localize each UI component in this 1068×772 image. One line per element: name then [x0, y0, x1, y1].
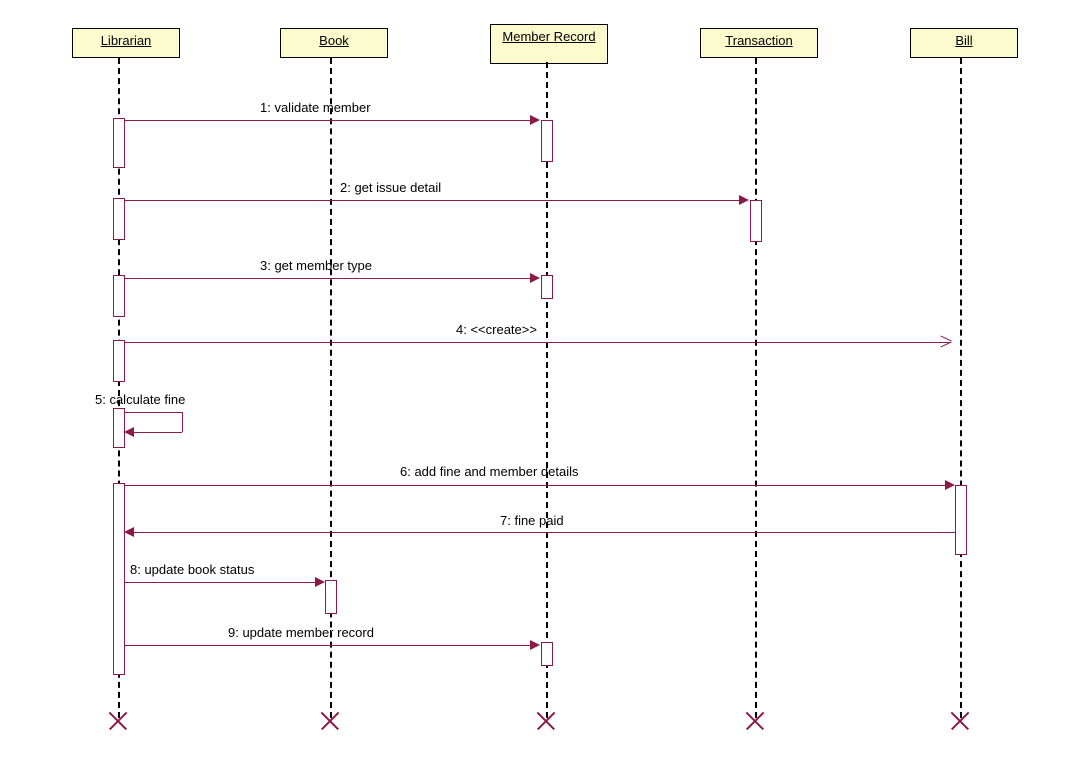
participant-book: Book [280, 28, 388, 58]
activation [541, 275, 553, 299]
arrow-2 [124, 200, 746, 201]
lifeline-transaction [755, 58, 757, 718]
arrow-head [530, 115, 540, 125]
destruction-librarian [108, 710, 128, 730]
activation [113, 483, 125, 675]
arrow-3 [124, 278, 537, 279]
self-arrow-side [182, 412, 183, 432]
activation [113, 118, 125, 168]
arrow-head [124, 527, 134, 537]
participant-label: Bill [955, 33, 972, 48]
lifeline-bill [960, 58, 962, 718]
activation [113, 198, 125, 240]
activation [955, 485, 967, 555]
activation [541, 642, 553, 666]
message-label-9: 9: update member record [228, 625, 374, 640]
participant-bill: Bill [910, 28, 1018, 58]
participant-label: Librarian [101, 33, 152, 48]
arrow-head [739, 195, 749, 205]
message-label-8: 8: update book status [130, 562, 254, 577]
activation [113, 275, 125, 317]
destruction-bill [950, 710, 970, 730]
arrow-1 [124, 120, 537, 121]
arrow-8 [124, 582, 322, 583]
participant-label: Transaction [725, 33, 792, 48]
activation [325, 580, 337, 614]
participant-memberrecord: Member Record [490, 24, 608, 64]
arrow-7 [134, 532, 956, 533]
self-arrow-bottom [132, 432, 182, 433]
activation [541, 120, 553, 162]
arrow-4 [124, 342, 950, 343]
participant-transaction: Transaction [700, 28, 818, 58]
activation [113, 340, 125, 382]
lifeline-book [330, 58, 332, 718]
message-label-5: 5: calculate fine [95, 392, 185, 407]
arrow-head [315, 577, 325, 587]
arrow-head [124, 427, 134, 437]
message-label-2: 2: get issue detail [340, 180, 441, 195]
sequence-diagram: Librarian Book Member Record Transaction… [0, 0, 1068, 772]
message-label-3: 3: get member type [260, 258, 372, 273]
message-label-1: 1: validate member [260, 100, 371, 115]
arrow-6 [124, 485, 952, 486]
arrow-9 [124, 645, 537, 646]
arrow-head [530, 273, 540, 283]
message-label-6: 6: add fine and member details [400, 464, 579, 479]
message-label-7: 7: fine paid [500, 513, 564, 528]
arrow-head [945, 480, 955, 490]
arrow-head [530, 640, 540, 650]
destruction-transaction [745, 710, 765, 730]
participant-librarian: Librarian [72, 28, 180, 58]
destruction-memberrecord [536, 710, 556, 730]
message-label-4: 4: <<create>> [456, 322, 537, 337]
destruction-book [320, 710, 340, 730]
self-arrow-top [124, 412, 182, 413]
participant-label: Book [319, 33, 349, 48]
arrow-head [942, 336, 952, 346]
activation [750, 200, 762, 242]
participant-label: Member Record [502, 29, 595, 44]
